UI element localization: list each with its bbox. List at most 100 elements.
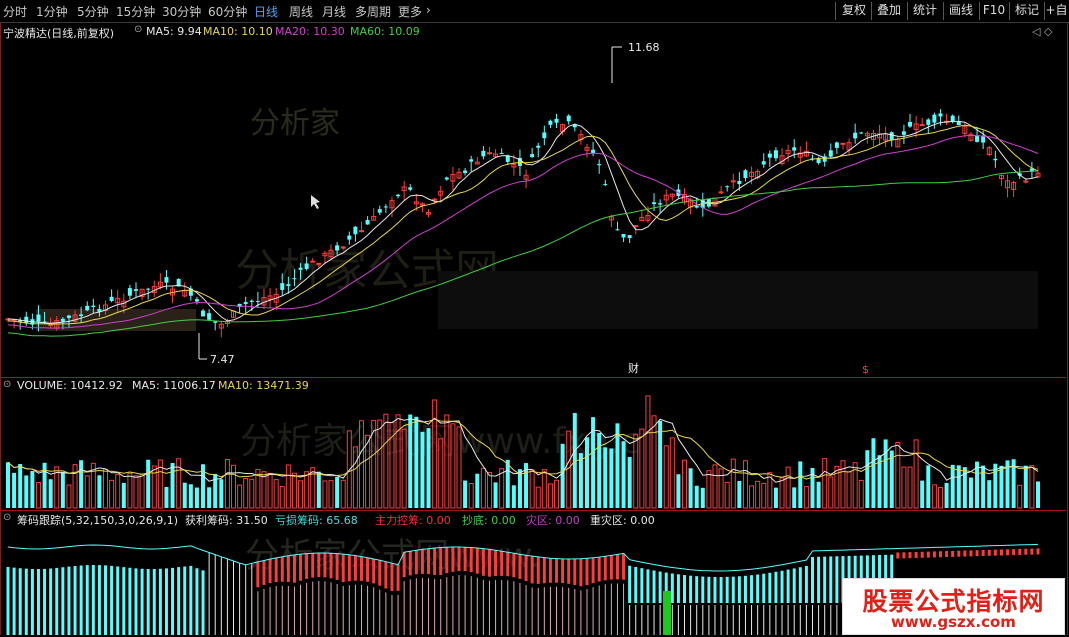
period-tab-weekly[interactable]: 周线 (289, 3, 313, 20)
volume-bar (408, 414, 413, 508)
price-pane[interactable]: 宁波精达(日线,前复权) ⊙ MA5: 9.94 MA10: 10.10 MA2… (0, 23, 1066, 377)
low-marker: 7.47 (198, 333, 235, 366)
period-tab-15min[interactable]: 15分钟 (116, 3, 155, 20)
volume-bar (658, 420, 663, 508)
period-tab-multi[interactable]: 多周期 (355, 3, 391, 20)
candle-body (444, 177, 449, 180)
volume-bar (486, 471, 492, 509)
volume-bar (749, 485, 755, 509)
watermark-text: 分析家 (250, 106, 340, 141)
volume-pane[interactable]: ⊙ VOLUME: 10412.92 MA5: 11006.17 MA10: 1… (0, 378, 1066, 510)
period-tab-30min[interactable]: 30分钟 (162, 3, 201, 20)
candle-body (761, 161, 766, 165)
volume-bar (237, 484, 243, 509)
overlay-button[interactable]: 叠加 (873, 2, 905, 19)
volume-bar (12, 472, 17, 508)
mark-button[interactable]: 标记 (1011, 2, 1043, 19)
volume-bar (968, 477, 973, 508)
statistics-button[interactable]: 统计 (909, 2, 941, 19)
volume-bar (146, 459, 151, 508)
draw-line-button[interactable]: 画线 (945, 2, 977, 19)
volume-bar (24, 475, 29, 508)
volume-bar (694, 485, 699, 508)
dividend-event-marker[interactable]: $ (862, 363, 869, 376)
candle-body (85, 305, 90, 311)
volume-bar (822, 458, 828, 509)
volume-bar (621, 441, 626, 508)
candle-body (463, 170, 468, 174)
candle-body (889, 132, 894, 141)
f10-button[interactable]: F10 (981, 2, 1007, 19)
candle-body (353, 226, 358, 235)
period-tab-timeshare[interactable]: 分时 (3, 3, 27, 20)
volume-bar (676, 474, 681, 508)
period-tab-1min[interactable]: 1分钟 (36, 3, 68, 20)
volume-bar (511, 485, 516, 508)
volume-bar (219, 479, 224, 508)
volume-bar (663, 445, 669, 509)
candle-body (499, 152, 504, 154)
candle-body (377, 209, 382, 213)
volume-bar (231, 464, 237, 509)
candle-body (725, 186, 730, 188)
volume-bar (273, 479, 279, 509)
candle-body (358, 230, 364, 233)
custom-add-button[interactable]: +自 (1045, 2, 1068, 19)
volume-bar (627, 457, 632, 508)
candle-body (79, 314, 84, 317)
candle-body (603, 183, 608, 185)
volume-bar (207, 487, 212, 508)
volume-bar (30, 471, 35, 508)
volume-bar (109, 479, 115, 509)
volume-bar (547, 483, 553, 509)
volume-bar (987, 480, 992, 508)
finance-event-marker[interactable]: 财 (628, 361, 639, 375)
toolbar-divider (943, 2, 944, 20)
volume-bar (706, 470, 712, 509)
volume-bar (742, 460, 748, 509)
volume-bar (115, 474, 121, 509)
period-tab-daily[interactable]: 日线 (254, 3, 278, 20)
candle-body (975, 135, 980, 142)
candle-body (201, 310, 206, 317)
candle-body (109, 296, 114, 301)
volume-bar (170, 463, 175, 508)
volume-bar (803, 486, 809, 509)
period-tab-5min[interactable]: 5分钟 (77, 3, 109, 20)
candle-body (767, 153, 772, 158)
period-tab-60min[interactable]: 60分钟 (208, 3, 247, 20)
chevron-right-icon[interactable]: › (426, 3, 431, 17)
toolbar-divider (979, 2, 980, 20)
candle-body (469, 159, 474, 162)
candle-body (207, 313, 212, 320)
volume-bar (72, 464, 78, 509)
volume-bar (669, 437, 675, 509)
volume-bar (944, 482, 949, 508)
volume-bar (139, 473, 145, 509)
volume-bar (1017, 484, 1023, 509)
candle-body (91, 305, 96, 308)
site-logo-url: www.gszx.com (891, 613, 1016, 631)
high-marker: 11.68 (611, 41, 660, 83)
volume-bar (883, 439, 888, 508)
candle-body (396, 194, 401, 197)
volume-bar (328, 480, 334, 509)
volume-bar (724, 481, 730, 509)
volume-bar (182, 482, 187, 508)
period-tab-monthly[interactable]: 月线 (322, 3, 346, 20)
candle-body (597, 164, 602, 166)
period-tab-more[interactable]: 更多 (398, 3, 422, 20)
candle-body (792, 147, 797, 151)
candle-body (950, 115, 955, 122)
fuquan-button[interactable]: 复权 (838, 2, 870, 19)
candle-body (615, 229, 620, 231)
volume-bar (584, 437, 589, 508)
volume-bar (316, 471, 321, 508)
volume-bar (426, 428, 431, 508)
volume-bar (475, 473, 480, 508)
volume-bar (79, 460, 84, 508)
volume-bar (956, 465, 961, 508)
toolbar-divider (1009, 2, 1010, 20)
toolbar-divider (871, 2, 872, 20)
volume-bar (285, 464, 291, 509)
